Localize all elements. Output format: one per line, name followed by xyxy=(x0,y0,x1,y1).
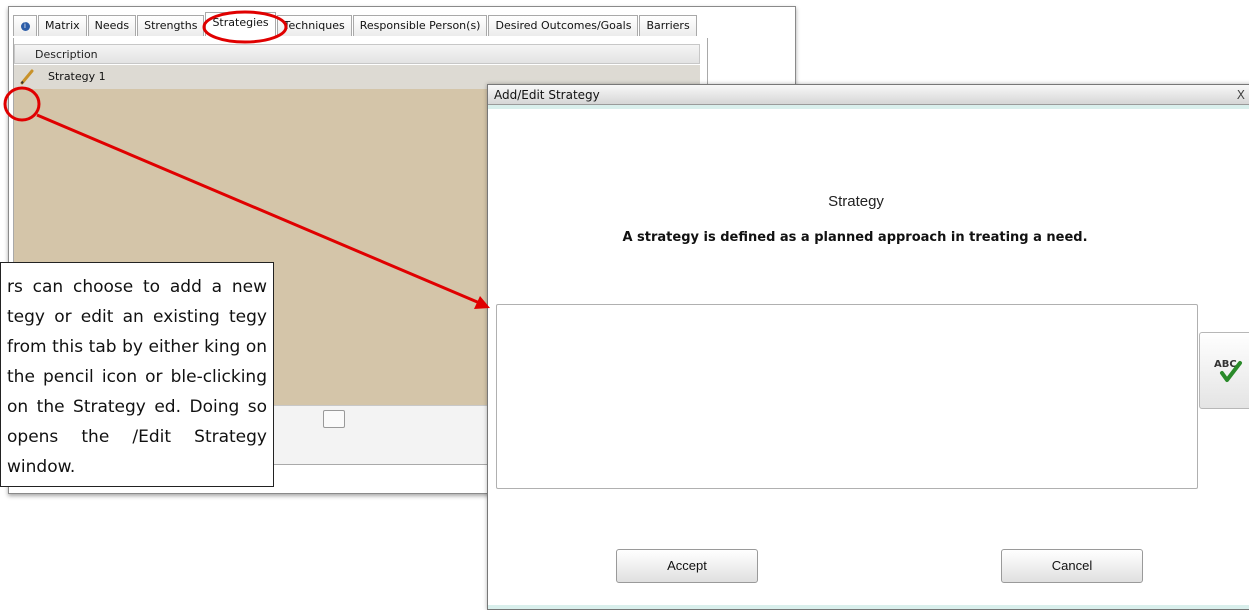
callout-text: rs can choose to add a new tegy or edit … xyxy=(7,277,267,477)
cancel-button[interactable]: Cancel xyxy=(1001,549,1143,583)
tab-strategies[interactable]: Strategies xyxy=(205,12,276,36)
column-header-label: Description xyxy=(35,48,98,61)
dialog-title-bar: Add/Edit Strategy X xyxy=(488,85,1249,105)
tab-responsible-persons[interactable]: Responsible Person(s) xyxy=(352,15,488,36)
close-icon[interactable]: X xyxy=(1237,85,1245,105)
tab-barriers[interactable]: Barriers xyxy=(639,15,697,36)
row-label: Strategy 1 xyxy=(48,70,106,83)
dialog-header-band xyxy=(488,105,1249,109)
pencil-icon[interactable] xyxy=(18,68,36,86)
tab-techniques[interactable]: Techniques xyxy=(276,15,352,36)
tab-matrix[interactable]: Matrix xyxy=(38,15,87,36)
info-icon: i xyxy=(20,21,30,31)
tab-info[interactable]: i xyxy=(13,15,37,36)
tab-strengths[interactable]: Strengths xyxy=(137,15,205,36)
strategy-text-field[interactable] xyxy=(496,304,1198,489)
tab-bar: i Matrix Needs Strengths Strategies Tech… xyxy=(13,12,698,37)
add-edit-strategy-dialog: Add/Edit Strategy X Strategy A strategy … xyxy=(487,84,1249,610)
dialog-title: Add/Edit Strategy xyxy=(494,88,600,102)
instruction-callout: rs can choose to add a new tegy or edit … xyxy=(0,262,274,487)
grid-column-header-description[interactable]: Description xyxy=(14,44,700,64)
spell-check-button[interactable]: ABC xyxy=(1199,332,1249,409)
dialog-heading: Strategy xyxy=(828,193,884,210)
tab-desired-outcomes-goals[interactable]: Desired Outcomes/Goals xyxy=(488,15,639,36)
dialog-footer-band xyxy=(488,605,1249,609)
tab-needs[interactable]: Needs xyxy=(87,15,137,36)
accept-button[interactable]: Accept xyxy=(616,549,758,583)
toolbar-button[interactable] xyxy=(323,410,345,428)
dialog-description: A strategy is defined as a planned appro… xyxy=(622,230,1088,245)
abc-spellcheck-icon: ABC xyxy=(1214,359,1242,382)
svg-text:ABC: ABC xyxy=(1214,359,1237,370)
